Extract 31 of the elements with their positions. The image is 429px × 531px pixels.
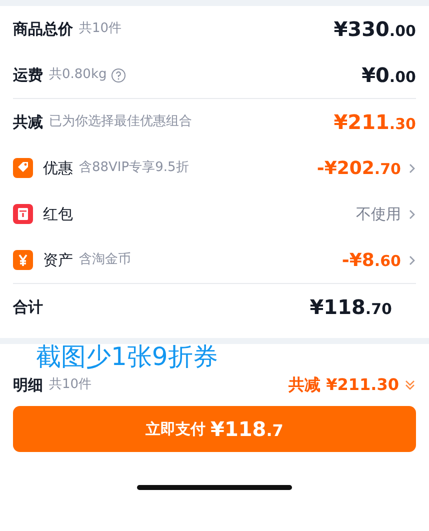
price: ¥330.00 bbox=[334, 16, 416, 43]
row-note: 共10件 bbox=[49, 376, 92, 394]
annotation-text: 截图少1张9折券 bbox=[35, 342, 219, 372]
discount-row[interactable]: 红包 不使用 bbox=[13, 191, 416, 237]
total-price: ¥118.70 bbox=[310, 294, 392, 321]
row-note: 已为你选择最佳优惠组合 bbox=[49, 113, 192, 132]
row-label: 合计 bbox=[13, 296, 43, 318]
row-label: 运费 bbox=[13, 64, 43, 86]
row-note: 含淘金币 bbox=[79, 251, 131, 270]
discount-row[interactable]: 资产 含淘金币 -¥8.60 bbox=[13, 237, 416, 283]
price: -¥8.60 bbox=[342, 248, 401, 272]
chevron-right-icon bbox=[408, 208, 416, 220]
price: -¥202.70 bbox=[316, 156, 401, 180]
row-note: 含88VIP专享9.5折 bbox=[79, 159, 189, 178]
row-label: 明细 bbox=[13, 374, 43, 396]
row-label: 商品总价 bbox=[13, 18, 73, 40]
row-label: 红包 bbox=[43, 204, 73, 225]
saving-text: 共减 ¥211.30 bbox=[288, 374, 399, 396]
chevron-right-icon bbox=[408, 254, 416, 266]
discount-row[interactable]: 优惠 含88VIP专享9.5折 -¥202.70 bbox=[13, 145, 416, 191]
double-chevron-down-icon[interactable] bbox=[404, 379, 416, 391]
row-label: 共减 bbox=[13, 112, 43, 133]
price: ¥0.00 bbox=[362, 62, 416, 89]
discount-total: ¥211.30 bbox=[334, 109, 416, 136]
help-icon[interactable] bbox=[110, 68, 126, 82]
row-value: 不使用 bbox=[356, 204, 401, 225]
row-label: 资产 bbox=[43, 250, 73, 271]
row-note: 共0.80kg bbox=[49, 66, 107, 84]
row-label: 优惠 bbox=[43, 158, 73, 179]
row-note: 共10件 bbox=[79, 20, 122, 38]
chevron-right-icon bbox=[408, 162, 416, 174]
